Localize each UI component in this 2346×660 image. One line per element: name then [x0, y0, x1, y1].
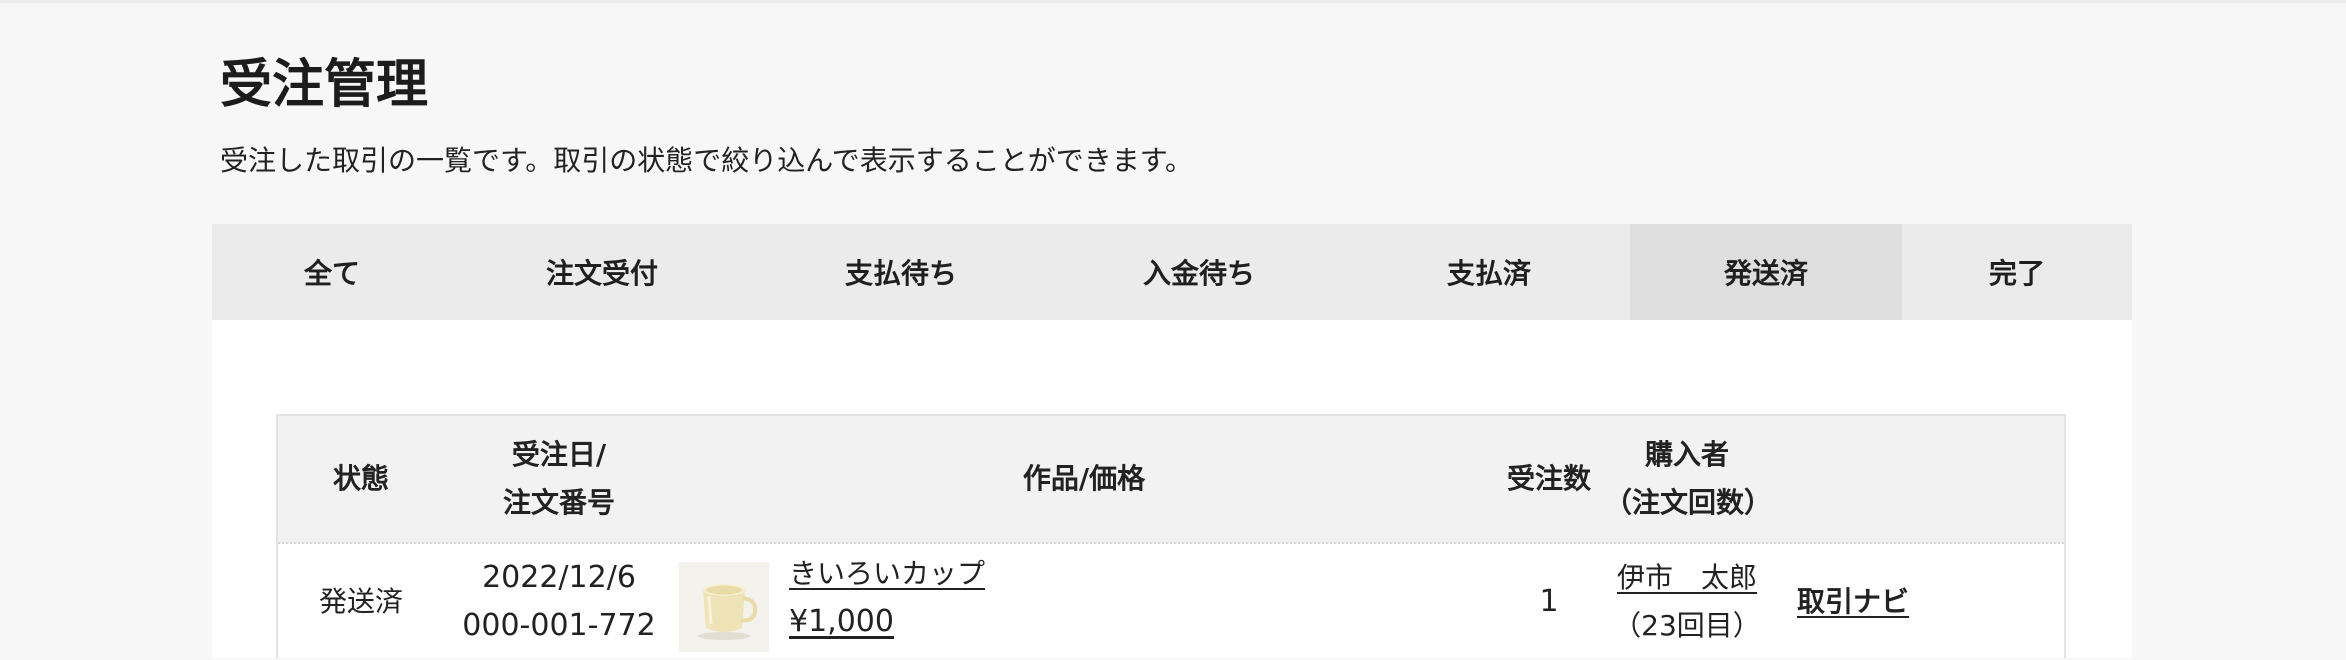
header-status-label: 状態 [332, 462, 389, 495]
product-thumbnail[interactable] [679, 562, 769, 652]
trade-navi-link[interactable]: 取引ナビ [1797, 578, 1909, 626]
tab-awaiting-payment[interactable]: 支払待ち [752, 224, 1050, 320]
tab-paid[interactable]: 支払済 [1348, 224, 1630, 320]
tab-completed[interactable]: 完了 [1902, 224, 2132, 320]
row-order-date: 2022/12/6 000-001-772 [444, 544, 674, 660]
tab-shipped[interactable]: 発送済 [1630, 224, 1902, 320]
table-header: 状態 受注日/ 注文番号 作品/価格 受注数 購入者 （注文回数） [278, 416, 2064, 544]
order-number: 000-001-772 [462, 608, 656, 643]
header-quantity-label: 受注数 [1506, 462, 1591, 495]
row-buyer: 伊市 太郎 （23回目） [1604, 544, 1770, 660]
header-status: 状態 [278, 416, 444, 542]
product-info: きいろいカップ ¥1,000 [789, 550, 985, 646]
tab-awaiting-deposit[interactable]: 入金待ち [1050, 224, 1348, 320]
top-strip [0, 0, 2346, 3]
orders-panel: 状態 受注日/ 注文番号 作品/価格 受注数 購入者 （注文回数） 発送済 20… [212, 320, 2132, 658]
page-description: 受注した取引の一覧です。取引の状態で絞り込んで表示することができます。 [220, 144, 1194, 177]
order-count: （23回目） [1613, 609, 1761, 642]
header-order-date-label: 受注日/ [511, 438, 607, 471]
header-quantity: 受注数 [1494, 416, 1604, 542]
status-filter-tabs: 全て 注文受付 支払待ち 入金待ち 支払済 発送済 完了 [212, 224, 2132, 320]
product-name-link[interactable]: きいろいカップ [789, 550, 985, 598]
cup-image-icon [679, 562, 769, 652]
tab-all[interactable]: 全て [212, 224, 452, 320]
header-order-count-label: （注文回数） [1604, 486, 1773, 519]
page-title: 受注管理 [220, 55, 429, 115]
product-price-link[interactable]: ¥1,000 [789, 598, 985, 646]
row-action: 取引ナビ [1770, 544, 1936, 660]
header-product: 作品/価格 [674, 416, 1494, 542]
quantity-value: 1 [1539, 584, 1559, 619]
order-date: 2022/12/6 [482, 560, 636, 595]
orders-table: 状態 受注日/ 注文番号 作品/価格 受注数 購入者 （注文回数） 発送済 20… [276, 414, 2066, 658]
header-order-date: 受注日/ 注文番号 [444, 416, 674, 542]
header-product-label: 作品/価格 [1022, 462, 1146, 495]
header-buyer-label: 購入者 [1644, 438, 1729, 471]
status-text: 発送済 [318, 585, 403, 618]
header-buyer: 購入者 （注文回数） [1604, 416, 1773, 542]
tab-order-received[interactable]: 注文受付 [452, 224, 752, 320]
buyer-name-link[interactable]: 伊市 太郎 [1617, 554, 1757, 602]
row-quantity: 1 [1494, 544, 1604, 660]
row-status: 発送済 [278, 544, 444, 660]
header-order-number-label: 注文番号 [502, 486, 615, 519]
table-row: 発送済 2022/12/6 000-001-772 きいろいカップ ¥1,000… [278, 544, 2064, 660]
